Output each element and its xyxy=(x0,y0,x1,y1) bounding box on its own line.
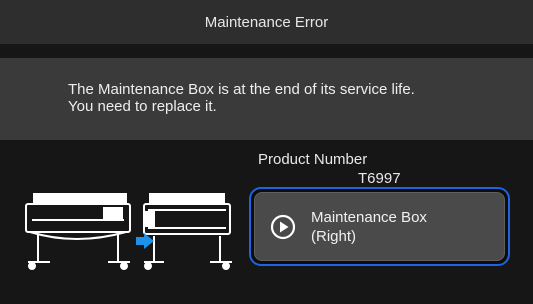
arrow-right-icon xyxy=(136,233,154,249)
product-number-value: T6997 xyxy=(358,170,401,187)
maintenance-box-right-button[interactable]: Maintenance Box (Right) xyxy=(254,192,505,261)
printer-front-icon xyxy=(25,193,131,270)
printer-illustration xyxy=(25,193,232,270)
dialog-title: Maintenance Error xyxy=(204,13,329,31)
error-message: The Maintenance Box is at the end of its… xyxy=(68,81,415,115)
printer-rear-icon xyxy=(143,193,232,270)
button-focus-frame: Maintenance Box (Right) xyxy=(249,187,510,266)
dialog-title-bar: Maintenance Error xyxy=(0,0,533,44)
maintenance-box-button-label: Maintenance Box (Right) xyxy=(311,208,427,245)
product-number-label: Product Number xyxy=(258,151,368,168)
play-circle-icon xyxy=(270,214,296,239)
